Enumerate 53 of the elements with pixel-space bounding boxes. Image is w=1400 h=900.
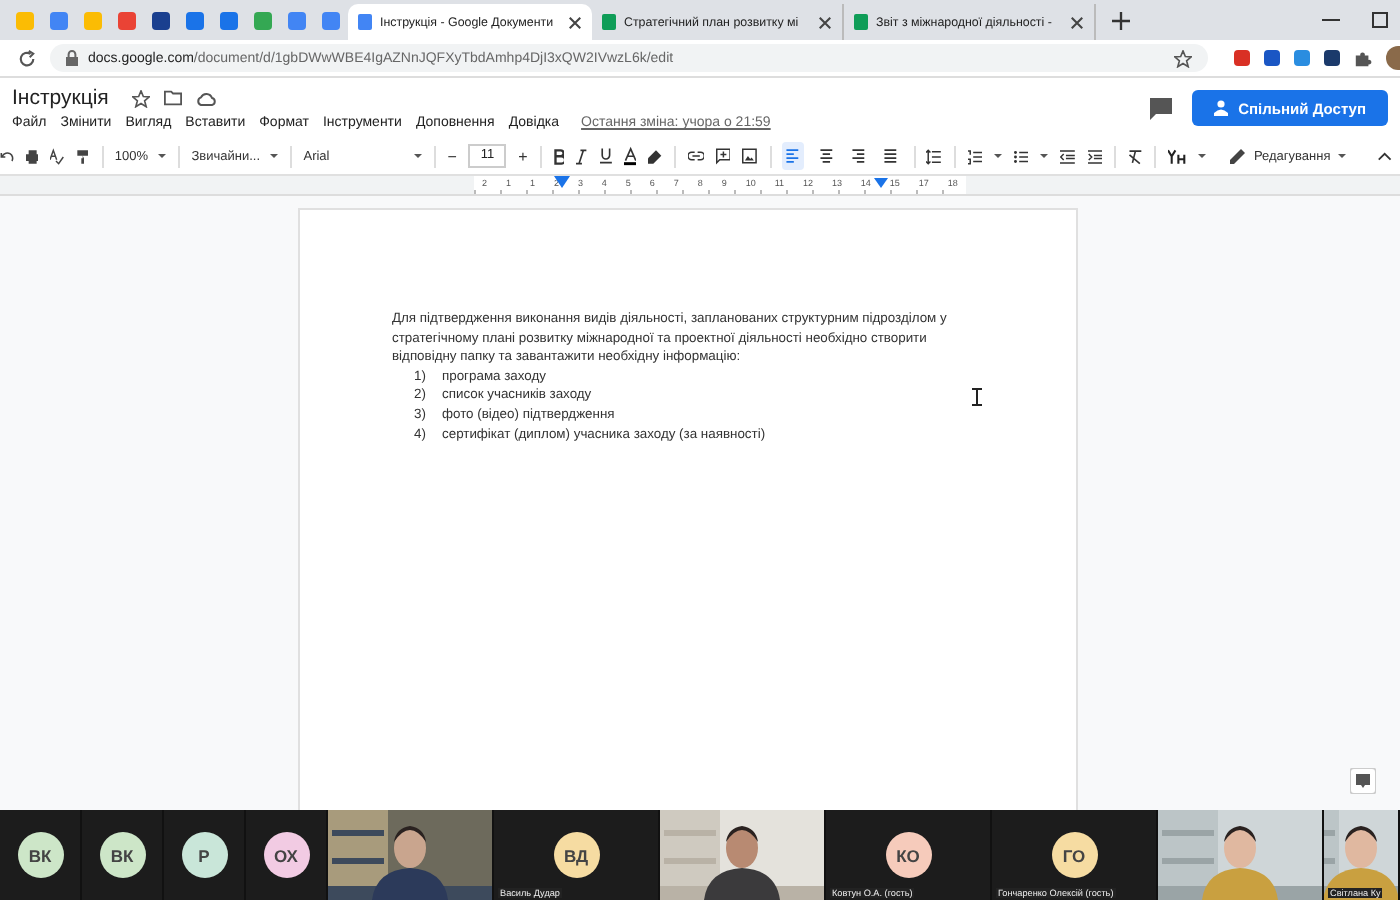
person-icon — [1214, 100, 1229, 116]
bold-icon[interactable] — [553, 147, 565, 165]
text-color-icon[interactable] — [623, 145, 637, 167]
input-tools-icon[interactable] — [1168, 147, 1186, 165]
participant-avatar[interactable]: ГО — [1051, 832, 1097, 878]
pencil-icon — [1229, 148, 1246, 164]
clear-formatting-icon[interactable] — [1127, 147, 1143, 165]
new-tab-icon[interactable] — [1112, 11, 1130, 29]
add-comment-icon[interactable] — [715, 146, 731, 166]
image-icon[interactable] — [742, 146, 758, 166]
undo-icon[interactable] — [0, 147, 14, 165]
extension-icon[interactable] — [1324, 50, 1340, 66]
paint-roller-icon[interactable] — [75, 147, 90, 165]
comment-icon[interactable] — [1150, 97, 1173, 119]
star-icon[interactable] — [1174, 49, 1192, 67]
indent-marker-icon[interactable] — [874, 178, 888, 188]
participant-avatar[interactable]: КО — [885, 832, 931, 878]
close-icon[interactable] — [818, 15, 832, 29]
maximize-icon[interactable] — [1372, 12, 1388, 28]
document-title[interactable]: Інструкція — [12, 86, 109, 110]
reload-icon[interactable] — [18, 49, 36, 67]
numbered-list-icon[interactable] — [967, 147, 982, 165]
italic-icon[interactable] — [576, 147, 588, 165]
underline-icon[interactable] — [599, 146, 612, 166]
participant-avatar[interactable]: ВД — [553, 832, 599, 878]
profile-avatar[interactable] — [1386, 46, 1400, 70]
increase-indent-icon[interactable] — [1087, 147, 1103, 165]
participant-avatar[interactable]: ВК — [99, 832, 145, 878]
indent-marker-icon[interactable] — [554, 176, 570, 188]
align-left-icon[interactable] — [782, 142, 804, 170]
lock-icon — [66, 50, 78, 66]
bulleted-list-icon[interactable] — [1014, 147, 1029, 165]
minimize-icon[interactable] — [1322, 18, 1340, 22]
explore-icon[interactable] — [1350, 768, 1376, 794]
star-icon[interactable] — [132, 89, 151, 107]
highlighter-icon[interactable] — [648, 147, 662, 165]
cloud-icon[interactable] — [196, 91, 217, 105]
increase-size-button[interactable]: + — [518, 147, 528, 165]
decrease-size-button[interactable]: − — [447, 147, 457, 165]
close-icon[interactable] — [568, 15, 582, 29]
participant-avatar[interactable]: ОХ — [263, 832, 309, 878]
collapse-icon[interactable] — [1378, 150, 1392, 162]
line-spacing-icon[interactable] — [926, 147, 942, 165]
print-icon[interactable] — [25, 147, 39, 165]
folder-icon[interactable] — [164, 90, 183, 106]
puzzle-icon[interactable] — [1354, 49, 1372, 67]
participant-avatar[interactable]: Р — [181, 832, 227, 878]
decrease-indent-icon[interactable] — [1060, 147, 1076, 165]
close-icon[interactable] — [1070, 15, 1084, 29]
link-icon[interactable] — [687, 150, 704, 162]
spellcheck-icon[interactable] — [50, 147, 64, 165]
text-cursor-icon — [972, 388, 982, 406]
participant-avatar[interactable]: ВК — [17, 832, 63, 878]
